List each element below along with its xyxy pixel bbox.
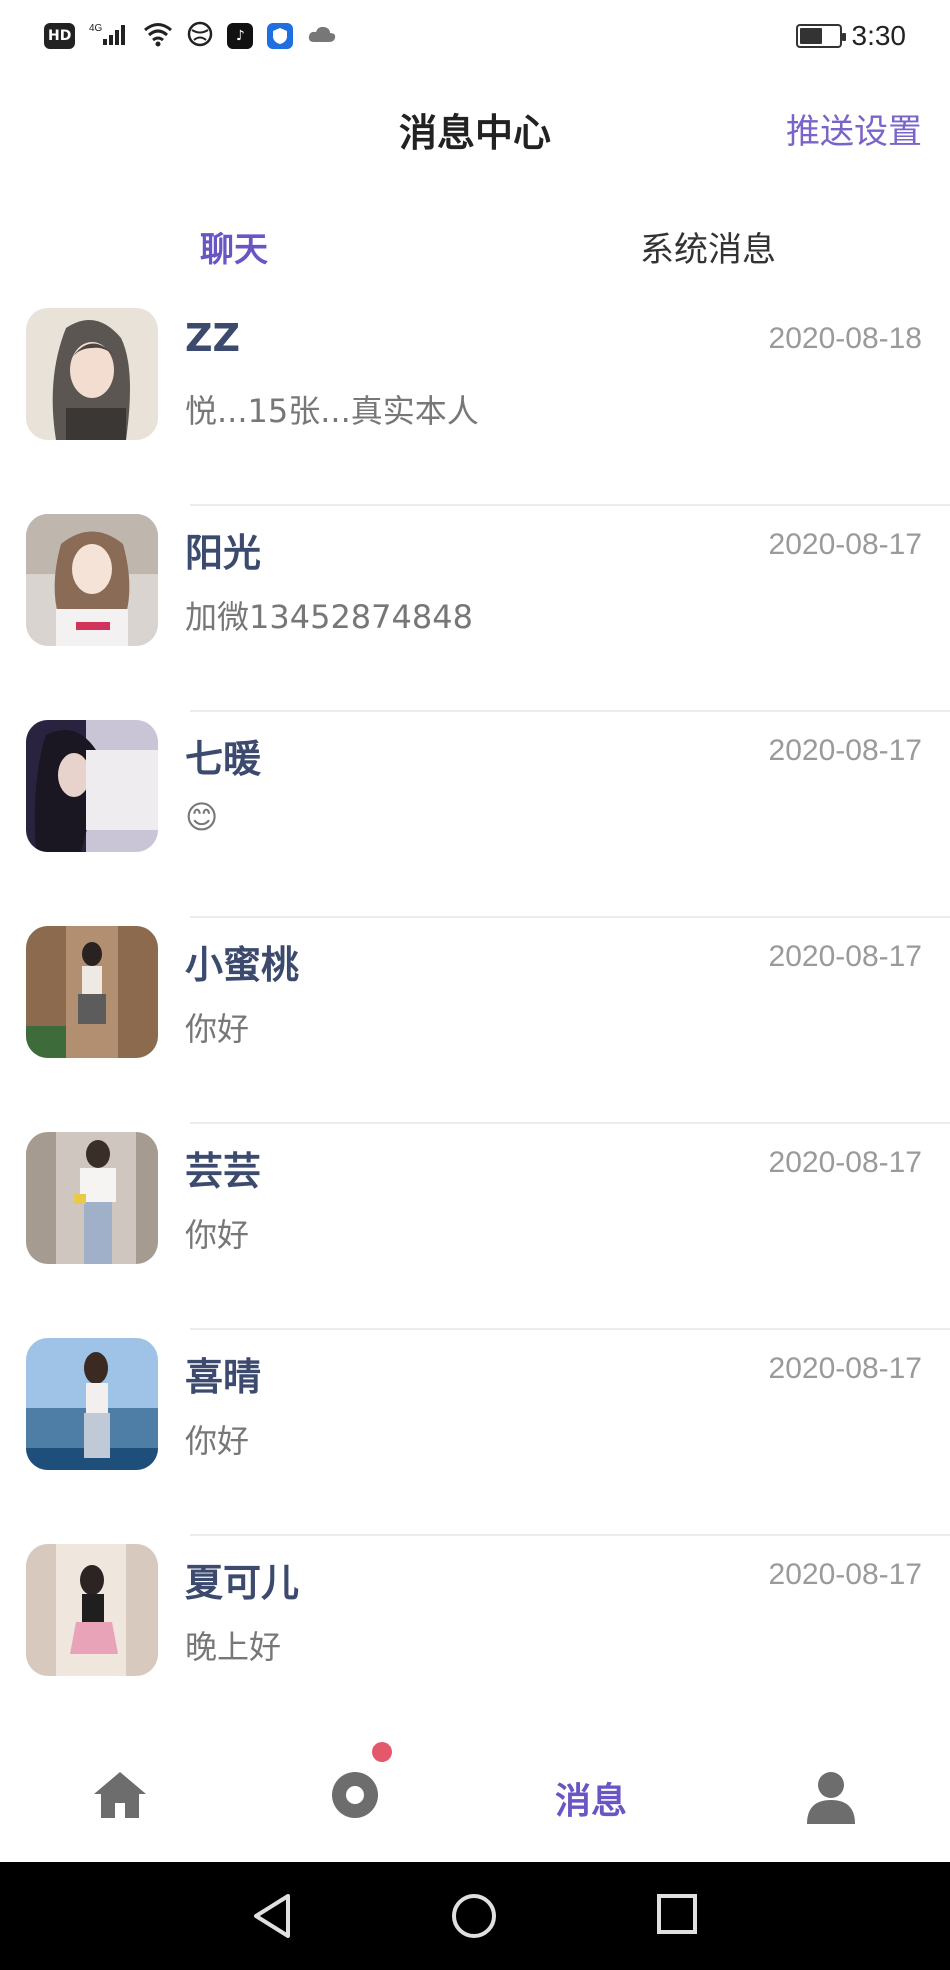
message-preview: 悦...15张...真实本人	[185, 392, 479, 430]
svg-text:4G: 4G	[89, 23, 103, 34]
message-preview: 😊	[185, 798, 219, 836]
avatar	[26, 1132, 158, 1264]
chat-row[interactable]: ZZ 2020-08-18 悦...15张...真实本人	[0, 300, 950, 506]
message-date: 2020-08-17	[768, 940, 922, 973]
avatar	[26, 926, 158, 1058]
chat-row[interactable]: 芸芸 2020-08-17 你好	[0, 1124, 950, 1330]
tab-chat[interactable]: 聊天	[200, 222, 268, 271]
message-date: 2020-08-18	[768, 322, 922, 355]
message-preview: 你好	[185, 1216, 250, 1254]
nav-messages[interactable]: 消息	[555, 1772, 627, 1824]
chat-row[interactable]: 小蜜桃 2020-08-17 你好	[0, 918, 950, 1124]
home-circle-icon[interactable]	[450, 1892, 498, 1944]
contact-name: 七暖	[185, 737, 262, 781]
recent-apps-icon[interactable]	[655, 1892, 699, 1940]
status-left: HD 4G ♪	[44, 21, 337, 52]
cloud-icon	[307, 24, 337, 49]
tiktok-icon: ♪	[227, 23, 254, 49]
avatar	[26, 1338, 158, 1470]
message-date: 2020-08-17	[768, 1146, 922, 1179]
contact-name: 阳光	[185, 531, 262, 575]
push-settings-button[interactable]: 推送设置	[786, 104, 922, 153]
message-date: 2020-08-17	[768, 1558, 922, 1591]
message-preview: 你好	[185, 1010, 250, 1048]
message-preview: 加微13452874848	[185, 598, 473, 636]
avatar	[26, 1544, 158, 1676]
status-bar: HD 4G ♪ 3:30	[0, 0, 950, 72]
contact-name: 夏可儿	[185, 1561, 300, 1605]
wifi-icon	[143, 21, 173, 52]
avatar	[26, 720, 158, 852]
signal-icon: 4G	[89, 21, 129, 52]
chat-row[interactable]: 喜晴 2020-08-17 你好	[0, 1330, 950, 1536]
tab-bar: 聊天 系统消息	[0, 212, 950, 282]
message-preview: 你好	[185, 1422, 250, 1460]
system-nav-bar	[0, 1862, 950, 1970]
status-right: 3:30	[795, 20, 907, 52]
profile-icon[interactable]	[805, 1770, 857, 1828]
home-icon[interactable]	[92, 1770, 148, 1824]
contact-name: 喜晴	[185, 1355, 262, 1399]
avatar	[26, 308, 158, 440]
chat-list: ZZ 2020-08-18 悦...15张...真实本人 阳光 2020-08-…	[0, 300, 950, 1742]
tab-system-messages[interactable]: 系统消息	[640, 222, 776, 271]
battery-icon	[795, 24, 846, 48]
notification-dot	[372, 1742, 392, 1762]
message-date: 2020-08-17	[768, 528, 922, 561]
contact-name: 小蜜桃	[185, 943, 300, 987]
avatar	[26, 514, 158, 646]
back-icon[interactable]	[250, 1892, 296, 1944]
message-date: 2020-08-17	[768, 734, 922, 767]
app-header: 消息中心 推送设置	[0, 82, 950, 182]
discover-icon[interactable]	[330, 1770, 380, 1824]
globe-icon	[187, 21, 213, 52]
bottom-nav: 消息	[0, 1710, 950, 1860]
message-date: 2020-08-17	[768, 1352, 922, 1385]
message-preview: 晚上好	[185, 1628, 282, 1666]
chat-row[interactable]: 阳光 2020-08-17 加微13452874848	[0, 506, 950, 712]
hd-icon: HD	[44, 23, 76, 49]
contact-name: ZZ	[185, 316, 241, 360]
contact-name: 芸芸	[185, 1149, 262, 1193]
clock: 3:30	[851, 20, 907, 51]
battery-level	[799, 28, 823, 44]
shield-icon	[267, 23, 294, 49]
chat-row[interactable]: 七暖 2020-08-17 😊	[0, 712, 950, 918]
